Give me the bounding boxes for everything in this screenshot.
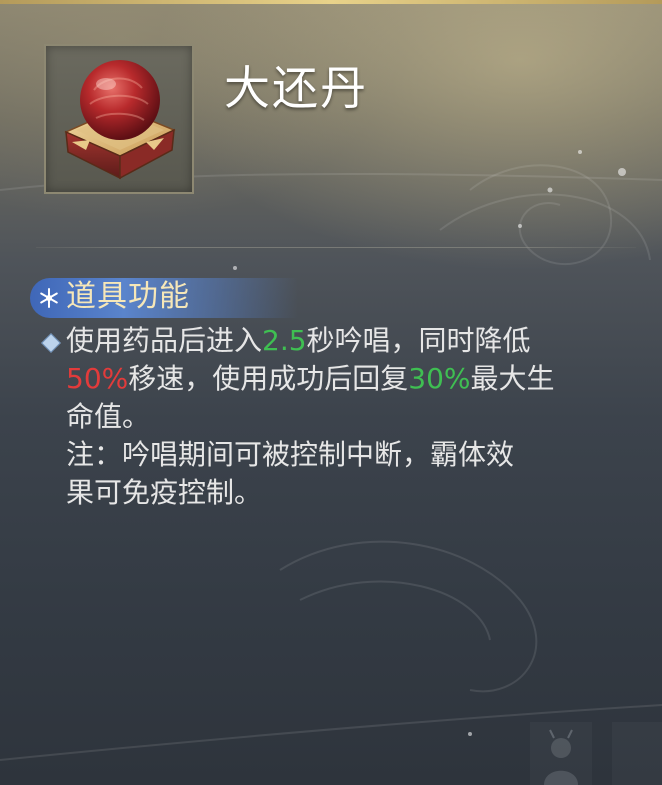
desc-text: 移速，使用成功后回复 (128, 362, 409, 395)
character-silhouette-icon (544, 729, 578, 785)
note-line-2: 果可免疫控制。 (66, 476, 263, 509)
header-divider (36, 247, 636, 248)
description-line-3: 命值。 (66, 400, 151, 433)
desc-text: 使用药品后进入 (66, 324, 263, 357)
heal-percent-value: 30% (408, 362, 471, 395)
desc-text: 最大生 (470, 362, 555, 395)
snowflake-icon (40, 288, 58, 308)
cast-time-value: 2.5 (262, 324, 307, 357)
desc-text: 秒吟唱，同时降低 (306, 324, 531, 357)
item-tooltip-panel: 大还丹 道具功能 使用药品后进入2.5秒吟唱，同时降低 50%移速，使用成功后回… (0, 0, 662, 785)
description-line-2: 50%移速，使用成功后回复30%最大生 (66, 360, 646, 398)
item-icon-frame[interactable] (44, 44, 194, 194)
item-description: 使用药品后进入2.5秒吟唱，同时降低 50%移速，使用成功后回复30%最大生 命… (66, 322, 646, 512)
section-title: 道具功能 (66, 279, 190, 314)
note-line-1: 注：吟唱期间可被控制中断，霸体效 (66, 438, 515, 471)
diamond-bullet-icon (41, 333, 61, 353)
corner-character-thumbnail (530, 722, 592, 785)
corner-thumbnail-partial (612, 722, 662, 785)
red-pill-on-box-icon (64, 60, 176, 180)
top-border (0, 0, 662, 4)
slow-percent-value: 50% (66, 362, 129, 395)
item-name: 大还丹 (224, 61, 368, 115)
description-line-1: 使用药品后进入2.5秒吟唱，同时降低 (66, 322, 646, 360)
